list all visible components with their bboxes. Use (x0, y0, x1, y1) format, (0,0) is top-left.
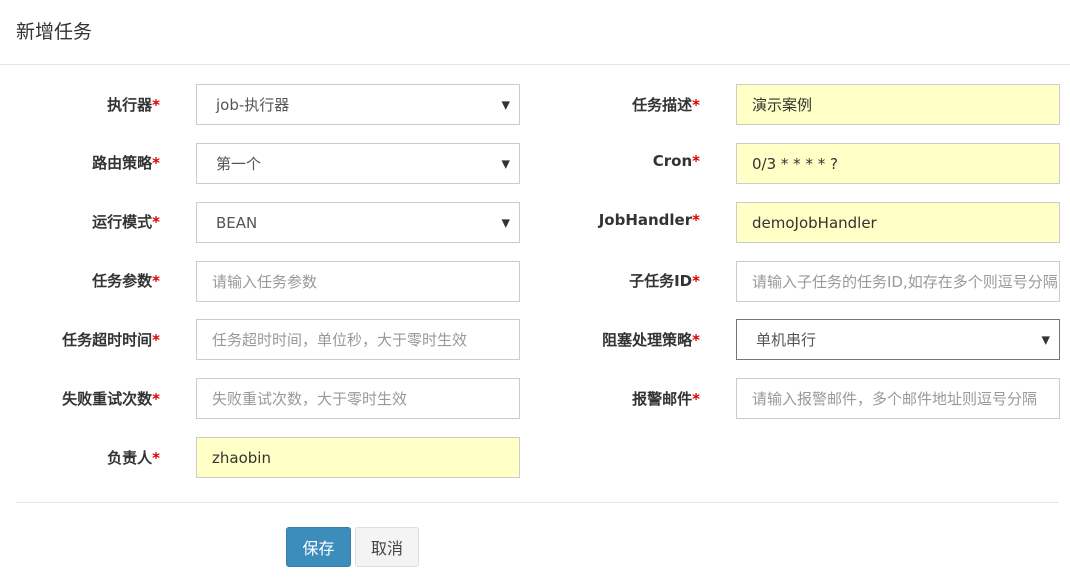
run-mode-select-value: BEAN (216, 213, 258, 232)
task-desc-input[interactable]: 演示案例 (736, 84, 1060, 125)
route-strategy-select[interactable]: 第一个 ▼ (196, 143, 520, 184)
chevron-down-icon: ▼ (501, 216, 510, 229)
chevron-down-icon: ▼ (1041, 333, 1050, 346)
route-strategy-select-value: 第一个 (216, 155, 262, 173)
executor-select-value: job-执行器 (216, 96, 290, 114)
job-handler-value: demoJobHandler (752, 213, 877, 232)
owner-input[interactable]: zhaobin (196, 437, 520, 478)
cron-label: Cron* (652, 152, 700, 170)
cron-value: 0/3 * * * * ? (752, 154, 838, 173)
block-strategy-select[interactable]: 单机串行 ▼ (736, 319, 1060, 360)
chevron-down-icon: ▼ (501, 98, 510, 111)
child-task-id-label: 子任务ID* (629, 272, 700, 290)
timeout-input[interactable]: 任务超时时间，单位秒，大于零时生效 (196, 319, 520, 360)
task-desc-label: 任务描述* (632, 96, 700, 114)
alarm-email-input[interactable]: 请输入报警邮件，多个邮件地址则逗号分隔 (736, 378, 1060, 419)
chevron-down-icon: ▼ (501, 157, 510, 170)
footer-divider (16, 502, 1059, 503)
cancel-button[interactable]: 取消 (355, 527, 419, 567)
dialog-title: 新增任务 (16, 21, 93, 43)
task-param-input[interactable]: 请输入任务参数 (196, 261, 520, 302)
save-button[interactable]: 保存 (286, 527, 351, 567)
task-param-placeholder: 请输入任务参数 (212, 273, 318, 291)
owner-value: zhaobin (212, 448, 271, 467)
block-strategy-label: 阻塞处理策略* (602, 331, 700, 349)
task-desc-value: 演示案例 (752, 96, 813, 114)
task-param-label: 任务参数* (92, 272, 160, 290)
executor-label: 执行器* (107, 96, 160, 114)
alarm-email-label: 报警邮件* (632, 390, 700, 408)
owner-label: 负责人* (107, 449, 160, 467)
route-strategy-label: 路由策略* (92, 154, 160, 172)
timeout-label: 任务超时时间* (62, 331, 160, 349)
run-mode-select[interactable]: BEAN ▼ (196, 202, 520, 243)
block-strategy-select-value: 单机串行 (756, 331, 817, 349)
retry-count-input[interactable]: 失败重试次数，大于零时生效 (196, 378, 520, 419)
retry-count-placeholder: 失败重试次数，大于零时生效 (212, 390, 408, 408)
child-task-id-placeholder: 请输入子任务的任务ID,如存在多个则逗号分隔 (752, 273, 1058, 291)
run-mode-label: 运行模式* (92, 213, 160, 231)
job-handler-label: JobHandler* (598, 211, 700, 229)
cron-input[interactable]: 0/3 * * * * ? (736, 143, 1060, 184)
header-divider (0, 64, 1070, 65)
retry-count-label: 失败重试次数* (62, 390, 160, 408)
child-task-id-input[interactable]: 请输入子任务的任务ID,如存在多个则逗号分隔 (736, 261, 1060, 302)
job-handler-input[interactable]: demoJobHandler (736, 202, 1060, 243)
timeout-placeholder: 任务超时时间，单位秒，大于零时生效 (212, 331, 468, 349)
alarm-email-placeholder: 请输入报警邮件，多个邮件地址则逗号分隔 (752, 390, 1038, 408)
executor-select[interactable]: job-执行器 ▼ (196, 84, 520, 125)
